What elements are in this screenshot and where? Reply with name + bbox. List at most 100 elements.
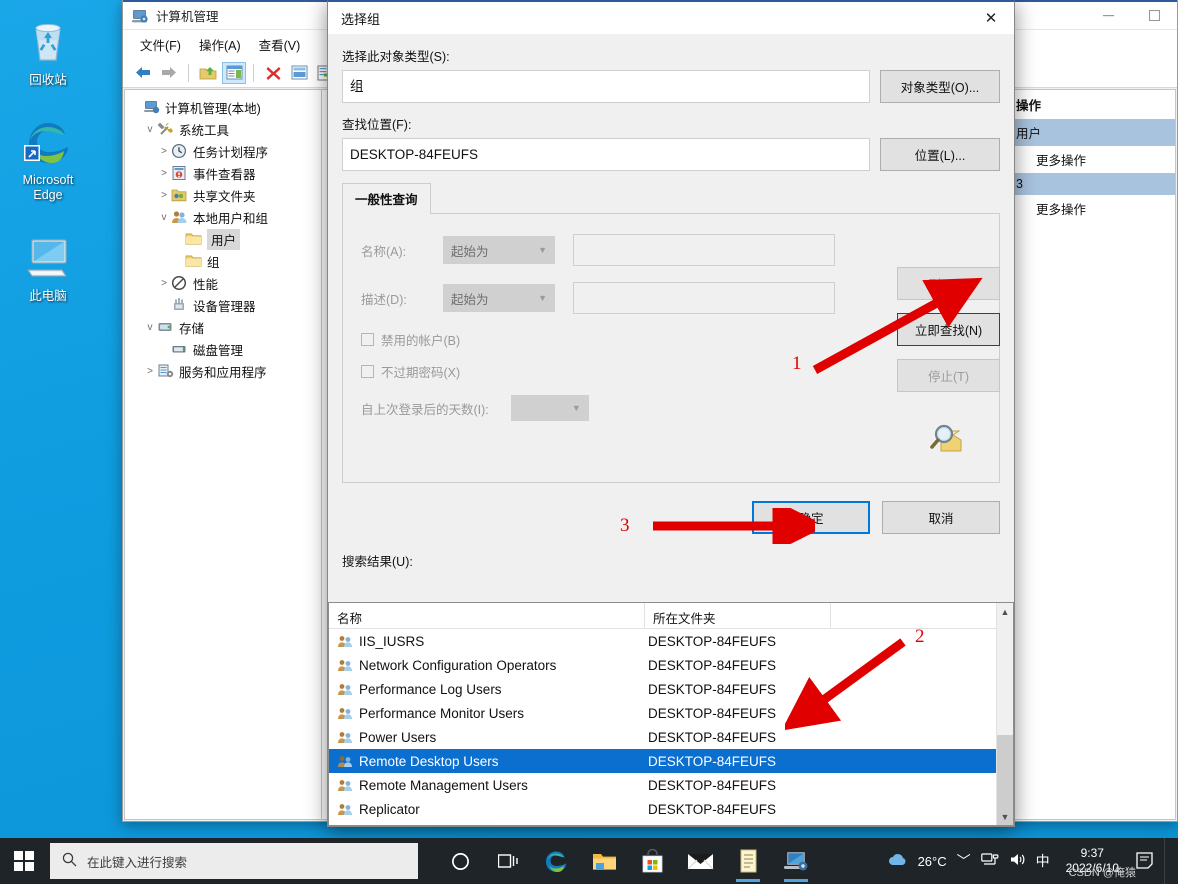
desktop-icon-recycle-bin[interactable]: 回收站 xyxy=(0,14,96,88)
description-condition-value: 起始为 xyxy=(451,292,489,307)
selected-result-row[interactable]: Remote Desktop Users DESKTOP-84FEUFS xyxy=(329,749,1013,773)
taskbar-notepad[interactable] xyxy=(724,838,772,884)
name-input[interactable] xyxy=(573,234,835,266)
tab-common-queries[interactable]: 一般性查询 xyxy=(342,183,431,214)
tree-node-task-scheduler[interactable]: > 任务计划程序 xyxy=(129,140,321,162)
window-controls xyxy=(1085,1,1177,31)
description-input[interactable] xyxy=(573,282,835,314)
menu-view[interactable]: 查看(V) xyxy=(250,32,310,57)
tree-node-users[interactable]: 用户 xyxy=(129,228,321,250)
weather-widget[interactable]: 26°C xyxy=(887,852,947,871)
desktop-icon-microsoft-edge[interactable]: Microsoft Edge xyxy=(0,114,96,203)
tree-node-computer-management[interactable]: 计算机管理(本地) xyxy=(129,96,321,118)
locations-button[interactable]: 位置(L)... xyxy=(880,138,1000,171)
close-icon[interactable]: ✕ xyxy=(968,2,1014,34)
menu-action[interactable]: 操作(A) xyxy=(190,32,250,57)
expander-right-icon[interactable]: > xyxy=(157,146,171,157)
network-icon[interactable] xyxy=(980,852,999,870)
non-expiring-password-checkbox[interactable]: 不过期密码(X) xyxy=(361,362,981,381)
tree-node-label: 存储 xyxy=(179,321,205,336)
show-hide-console-tree-icon[interactable] xyxy=(222,61,246,84)
days-since-login-select[interactable]: ▼ xyxy=(510,395,589,421)
disabled-accounts-label: 禁用的帐户(B) xyxy=(381,334,461,348)
table-row[interactable]: Remote Management Users DESKTOP-84FEUFS xyxy=(329,773,1013,797)
maximize-button[interactable] xyxy=(1131,1,1177,31)
taskbar-mail[interactable] xyxy=(676,838,724,884)
tree-node-device-manager[interactable]: 设备管理器 xyxy=(129,294,321,316)
tree-node-groups[interactable]: 组 xyxy=(129,250,321,272)
location-input[interactable]: DESKTOP-84FEUFS xyxy=(342,138,870,171)
volume-icon[interactable] xyxy=(1009,852,1026,870)
taskbar-microsoft-store[interactable] xyxy=(628,838,676,884)
desktop-icon-this-pc[interactable]: 此电脑 xyxy=(0,230,96,304)
expander-right-icon[interactable]: > xyxy=(157,168,171,179)
expander-down-icon[interactable]: v xyxy=(157,212,171,223)
table-row[interactable]: Performance Log Users DESKTOP-84FEUFS xyxy=(329,677,1013,701)
taskbar-task-view[interactable] xyxy=(484,838,532,884)
expander-right-icon[interactable]: > xyxy=(143,366,157,377)
find-now-button[interactable]: 立即查找(N) xyxy=(897,313,1000,346)
minimize-button[interactable] xyxy=(1085,1,1131,31)
result-folder: DESKTOP-84FEUFS xyxy=(648,801,777,817)
chevron-up-icon[interactable]: ﹀ xyxy=(957,851,971,871)
taskbar-microsoft-edge[interactable] xyxy=(532,838,580,884)
group-icon xyxy=(337,778,354,793)
search-results-list[interactable]: 名称 所在文件夹 IIS_IUSRS DESKTOP-84FEUFS Netwo… xyxy=(328,602,1014,826)
actions-pane-header: 操作 xyxy=(1016,99,1042,113)
console-tree[interactable]: 计算机管理(本地) v 系统工具 > 任务计划程序 > 事件查看器 > 共享文件… xyxy=(124,89,322,820)
taskbar-file-explorer[interactable] xyxy=(580,838,628,884)
properties-icon[interactable] xyxy=(287,62,311,84)
expander-right-icon[interactable]: > xyxy=(157,278,171,289)
menu-file[interactable]: 文件(F) xyxy=(131,32,190,57)
tree-node-shared-folders[interactable]: > 共享文件夹 xyxy=(129,184,321,206)
annotation-number-1: 1 xyxy=(792,353,802,374)
object-type-input[interactable]: 组 xyxy=(342,70,870,103)
back-arrow-icon[interactable] xyxy=(131,62,155,84)
cancel-button[interactable]: 取消 xyxy=(882,501,1000,534)
expander-down-icon[interactable]: v xyxy=(143,322,157,333)
tree-node-local-users-and-groups[interactable]: v 本地用户和组 xyxy=(129,206,321,228)
tree-node-event-viewer[interactable]: > 事件查看器 xyxy=(129,162,321,184)
table-row[interactable]: Performance Monitor Users DESKTOP-84FEUF… xyxy=(329,701,1013,725)
show-desktop-button[interactable] xyxy=(1164,838,1170,884)
table-row[interactable]: Network Configuration Operators DESKTOP-… xyxy=(329,653,1013,677)
table-row[interactable]: Power Users DESKTOP-84FEUFS xyxy=(329,725,1013,749)
column-header-folder[interactable]: 所在文件夹 xyxy=(645,603,831,629)
action-center-icon[interactable] xyxy=(1135,851,1154,872)
disabled-accounts-checkbox[interactable]: 禁用的帐户(B) xyxy=(361,330,981,349)
name-condition-select[interactable]: 起始为 ▼ xyxy=(443,236,555,264)
columns-button[interactable]: 列(C)... xyxy=(897,267,1000,300)
description-condition-select[interactable]: 起始为 ▼ xyxy=(443,284,555,312)
select-group-dialog: 选择组 ✕ 选择此对象类型(S): 组 对象类型(O)... 查找位置(F): … xyxy=(327,0,1015,827)
object-types-button[interactable]: 对象类型(O)... xyxy=(880,70,1000,103)
table-row[interactable]: Replicator DESKTOP-84FEUFS xyxy=(329,797,1013,821)
up-folder-icon[interactable] xyxy=(196,62,220,84)
taskbar-cortana[interactable] xyxy=(436,838,484,884)
tree-node-services-and-applications[interactable]: > 服务和应用程序 xyxy=(129,360,321,382)
tree-node-system-tools[interactable]: v 系统工具 xyxy=(129,118,321,140)
actions-more-actions-users[interactable]: 更多操作 xyxy=(1008,146,1175,173)
search-input[interactable]: 在此键入进行搜索 xyxy=(50,843,418,879)
tree-node-storage[interactable]: v 存储 xyxy=(129,316,321,338)
forward-arrow-icon[interactable] xyxy=(157,62,181,84)
folder-icon xyxy=(185,231,203,247)
actions-more-actions-selected[interactable]: 更多操作 xyxy=(1008,195,1175,222)
expander-down-icon[interactable]: v xyxy=(143,124,157,135)
results-scrollbar[interactable]: ▲ ▼ xyxy=(996,603,1013,825)
ok-button[interactable]: 确定 xyxy=(752,501,870,534)
scroll-up-icon[interactable]: ▲ xyxy=(997,603,1013,620)
tree-node-disk-management[interactable]: 磁盘管理 xyxy=(129,338,321,360)
column-header-name[interactable]: 名称 xyxy=(329,603,645,629)
delete-icon[interactable] xyxy=(261,62,285,84)
dialog-titlebar[interactable]: 选择组 ✕ xyxy=(328,2,1014,34)
tree-node-performance[interactable]: > 性能 xyxy=(129,272,321,294)
ime-indicator[interactable]: 中 xyxy=(1036,851,1050,871)
expander-right-icon[interactable]: > xyxy=(157,190,171,201)
scroll-down-icon[interactable]: ▼ xyxy=(997,808,1013,825)
stop-button[interactable]: 停止(T) xyxy=(897,359,1000,392)
query-tabstrip: 一般性查询 xyxy=(342,182,1000,214)
windows-start-icon[interactable] xyxy=(0,838,48,884)
table-row[interactable]: IIS_IUSRS DESKTOP-84FEUFS xyxy=(329,629,1013,653)
taskbar-computer-management[interactable] xyxy=(772,838,820,884)
table-row[interactable]: System Managed Accounts Group DESKTOP-84… xyxy=(329,821,1013,825)
